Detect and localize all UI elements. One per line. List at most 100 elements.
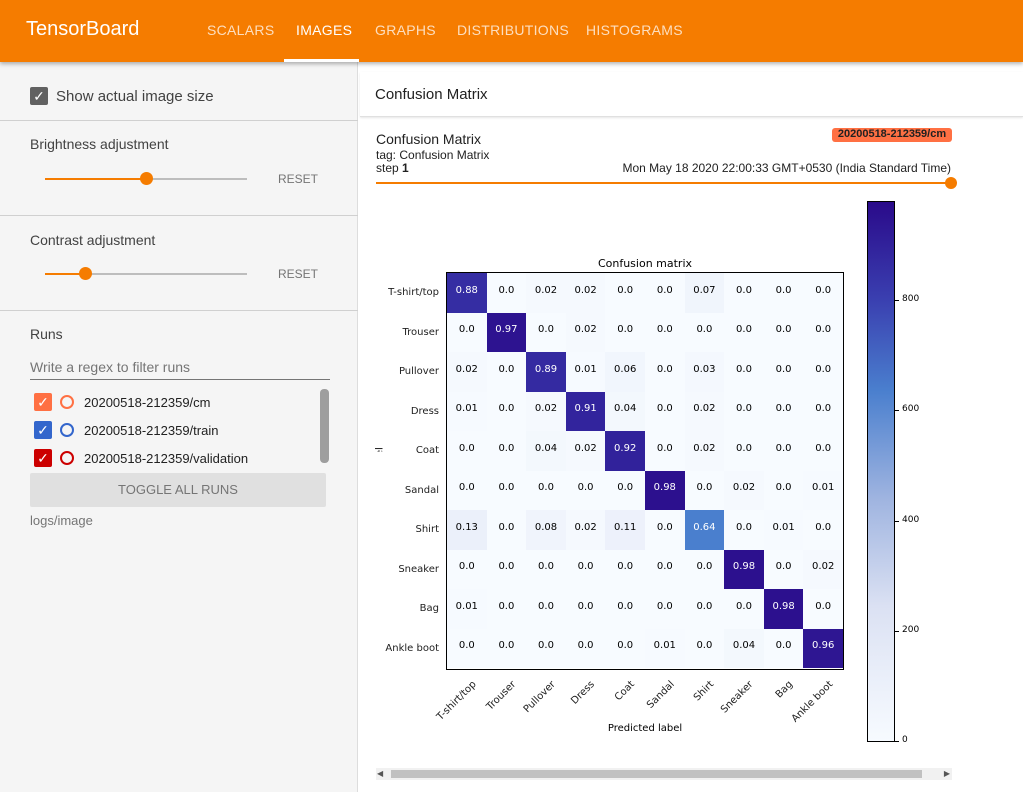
scroll-left-icon[interactable]: ◀ (377, 769, 383, 778)
scroll-thumb[interactable] (391, 770, 922, 778)
y-tick-label: Bag (419, 603, 439, 614)
matrix-cell: 0.0 (803, 589, 843, 629)
brightness-slider[interactable] (45, 172, 247, 185)
matrix-cell: 0.0 (763, 549, 804, 589)
matrix-cell: 0.13 (447, 510, 487, 550)
runs-scrollbar[interactable] (320, 389, 329, 463)
active-tab-indicator (284, 59, 359, 62)
matrix-cell: 0.0 (486, 352, 527, 392)
step-slider-knob[interactable] (945, 177, 957, 189)
matrix-cell: 0.0 (803, 312, 843, 352)
x-axis-label: Predicted label (607, 723, 683, 734)
category-header[interactable]: Confusion Matrix (360, 72, 1023, 117)
matrix-cell: 0.01 (645, 628, 685, 668)
matrix-cell: 0.0 (486, 549, 527, 589)
run-color-icon (60, 423, 74, 437)
tab-distributions[interactable]: DISTRIBUTIONS (457, 22, 569, 38)
matrix-cell: 0.0 (447, 628, 487, 668)
matrix-cell: 0.0 (645, 273, 685, 313)
run-label-cm: 20200518-212359/cm (84, 395, 211, 410)
matrix-cell: 0.02 (565, 273, 606, 313)
matrix-cell: 0.0 (645, 589, 685, 629)
tab-images[interactable]: IMAGES (296, 22, 352, 38)
matrix-cell: 0.0 (724, 352, 764, 392)
matrix-cell: 0.0 (447, 470, 487, 510)
matrix-cell: 0.88 (447, 273, 487, 313)
horizontal-scrollbar[interactable]: ◀ ▶ (376, 768, 952, 780)
matrix-cell: 0.0 (447, 431, 487, 471)
matrix-cell: 0.01 (565, 352, 606, 392)
colorbar (867, 201, 895, 742)
toggle-all-runs-button[interactable]: TOGGLE ALL RUNS (30, 473, 326, 507)
matrix-cell: 0.0 (605, 549, 645, 589)
brightness-label: Brightness adjustment (30, 136, 169, 152)
card-tag: tag: Confusion Matrix (376, 148, 490, 162)
contrast-slider[interactable] (45, 267, 247, 280)
y-tick-label: Dress (410, 405, 439, 417)
matrix-cell: 0.0 (763, 273, 804, 313)
matrix-cell: 0.0 (684, 549, 725, 589)
matrix-cell: 0.0 (803, 431, 843, 471)
matrix-cell: 0.0 (526, 589, 566, 629)
matrix-cell: 0.0 (763, 470, 804, 510)
matrix-cell: 0.0 (486, 510, 527, 550)
matrix-cell: 0.01 (447, 391, 487, 431)
matrix-cell: 0.0 (526, 470, 566, 510)
matrix-cell: 0.02 (724, 470, 764, 510)
matrix-cell: 0.01 (447, 589, 487, 629)
matrix-cell: 0.0 (605, 273, 645, 313)
run-checkbox-validation[interactable]: ✓ (34, 449, 52, 467)
matrix-cell: 0.02 (565, 510, 606, 550)
y-tick-label: Coat (415, 445, 439, 456)
colorbar-tick (895, 300, 899, 302)
scroll-right-icon[interactable]: ▶ (944, 769, 950, 778)
matrix-cell: 0.0 (724, 510, 764, 550)
matrix-cell: 0.0 (645, 549, 685, 589)
matrix-cell: 0.0 (645, 391, 685, 431)
run-color-icon (60, 395, 74, 409)
matrix-cell: 0.02 (565, 431, 606, 471)
matrix-cell: 0.98 (645, 470, 685, 510)
contrast-section: Contrast adjustment RESET (0, 216, 358, 311)
y-tick-label: Sneaker (398, 563, 439, 575)
matrix-cell: 0.0 (565, 589, 606, 629)
brightness-reset-button[interactable]: RESET (278, 172, 318, 186)
matrix-cell: 0.0 (763, 312, 804, 352)
matrix-cell: 0.0 (645, 312, 685, 352)
colorbar-tick-label: 800 (902, 294, 920, 305)
tab-histograms[interactable]: HISTOGRAMS (586, 22, 683, 38)
tab-scalars[interactable]: SCALARS (207, 22, 274, 38)
matrix-cell: 0.11 (605, 510, 645, 550)
matrix-cell: 0.0 (447, 549, 487, 589)
y-tick-label: Pullover (398, 366, 439, 377)
matrix-cell: 0.0 (526, 549, 566, 589)
matrix-cell: 0.0 (486, 273, 527, 313)
step-slider[interactable] (376, 182, 950, 184)
matrix-cell: 0.0 (803, 352, 843, 392)
matrix-cell: 0.0 (684, 628, 725, 668)
matrix-cell: 0.02 (447, 352, 487, 392)
matrix-cell: 0.02 (565, 312, 606, 352)
category-title: Confusion Matrix (375, 86, 488, 103)
show-actual-size-label: Show actual image size (56, 88, 214, 105)
matrix-cell: 0.0 (645, 510, 685, 550)
matrix-cell: 0.98 (724, 549, 764, 589)
matrix-cell: 0.0 (486, 470, 527, 510)
y-tick-label: Ankle boot (385, 642, 439, 654)
matrix-cell: 0.0 (803, 510, 843, 550)
matrix-cell: 0.0 (565, 549, 606, 589)
y-tick-label: Trouser (402, 326, 439, 338)
run-checkbox-cm[interactable]: ✓ (34, 393, 52, 411)
matrix-cell: 0.0 (763, 431, 804, 471)
matrix-cell: 0.92 (605, 431, 645, 471)
run-filter-input[interactable] (30, 354, 330, 380)
show-actual-size-checkbox[interactable]: ✓ (30, 87, 48, 105)
sidebar: ✓ Show actual image size Brightness adju… (0, 62, 358, 792)
run-label-validation: 20200518-212359/validation (84, 451, 249, 466)
matrix-cell: 0.0 (486, 628, 527, 668)
matrix-cell: 0.02 (684, 391, 725, 431)
tab-graphs[interactable]: GRAPHS (375, 22, 436, 38)
contrast-reset-button[interactable]: RESET (278, 267, 318, 281)
run-checkbox-train[interactable]: ✓ (34, 421, 52, 439)
matrix-cell: 0.04 (526, 431, 566, 471)
